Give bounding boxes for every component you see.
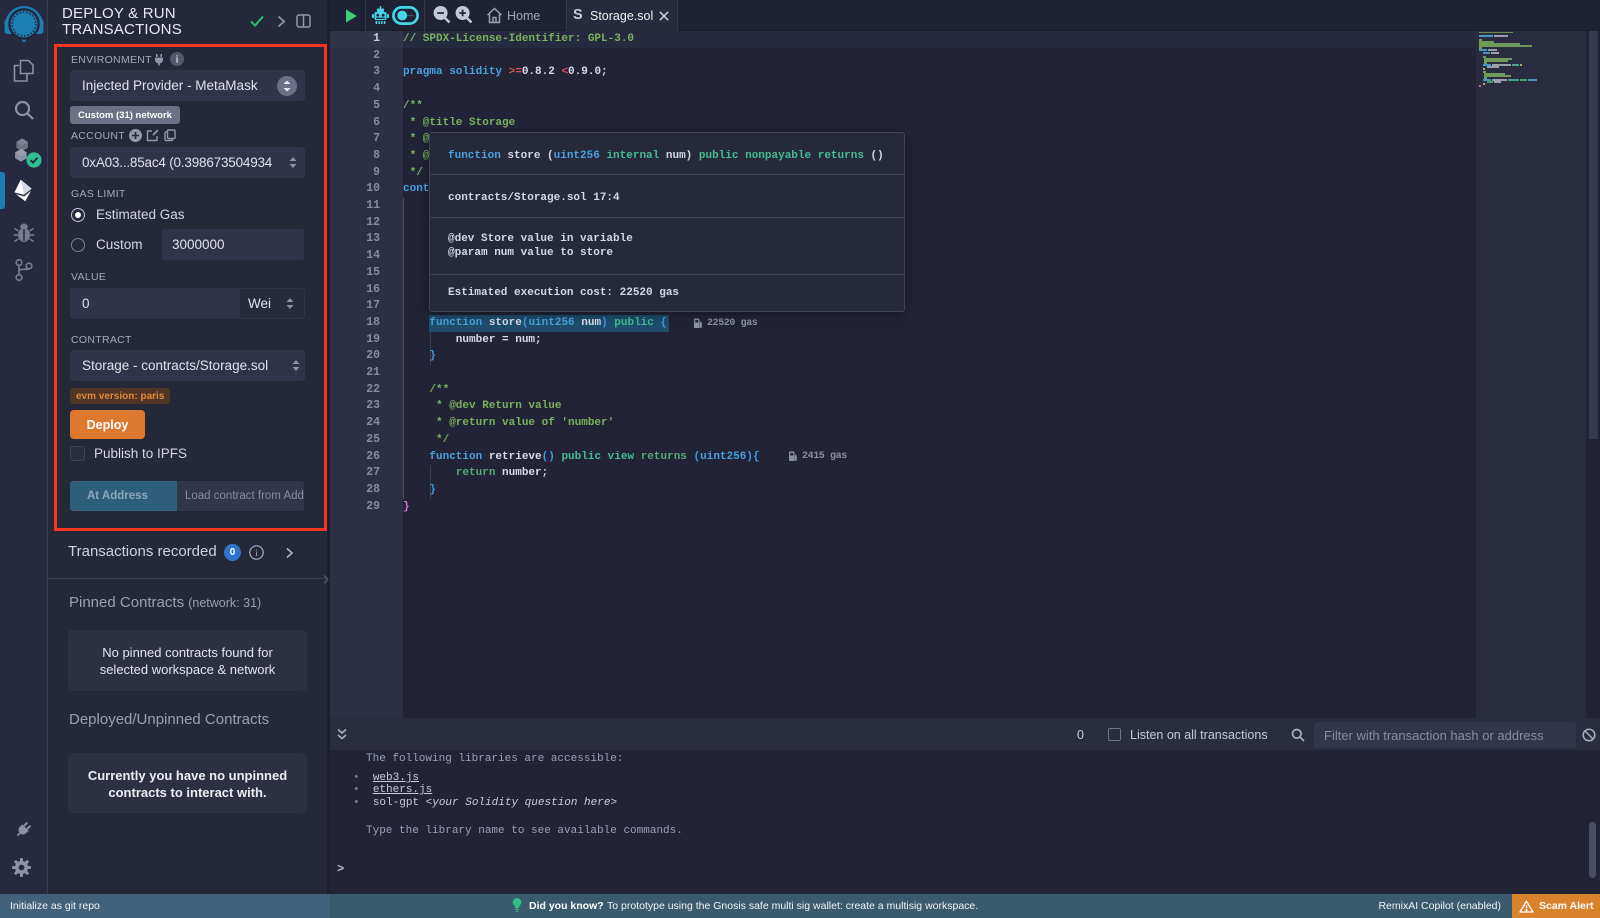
svg-text:i: i [255,549,258,559]
